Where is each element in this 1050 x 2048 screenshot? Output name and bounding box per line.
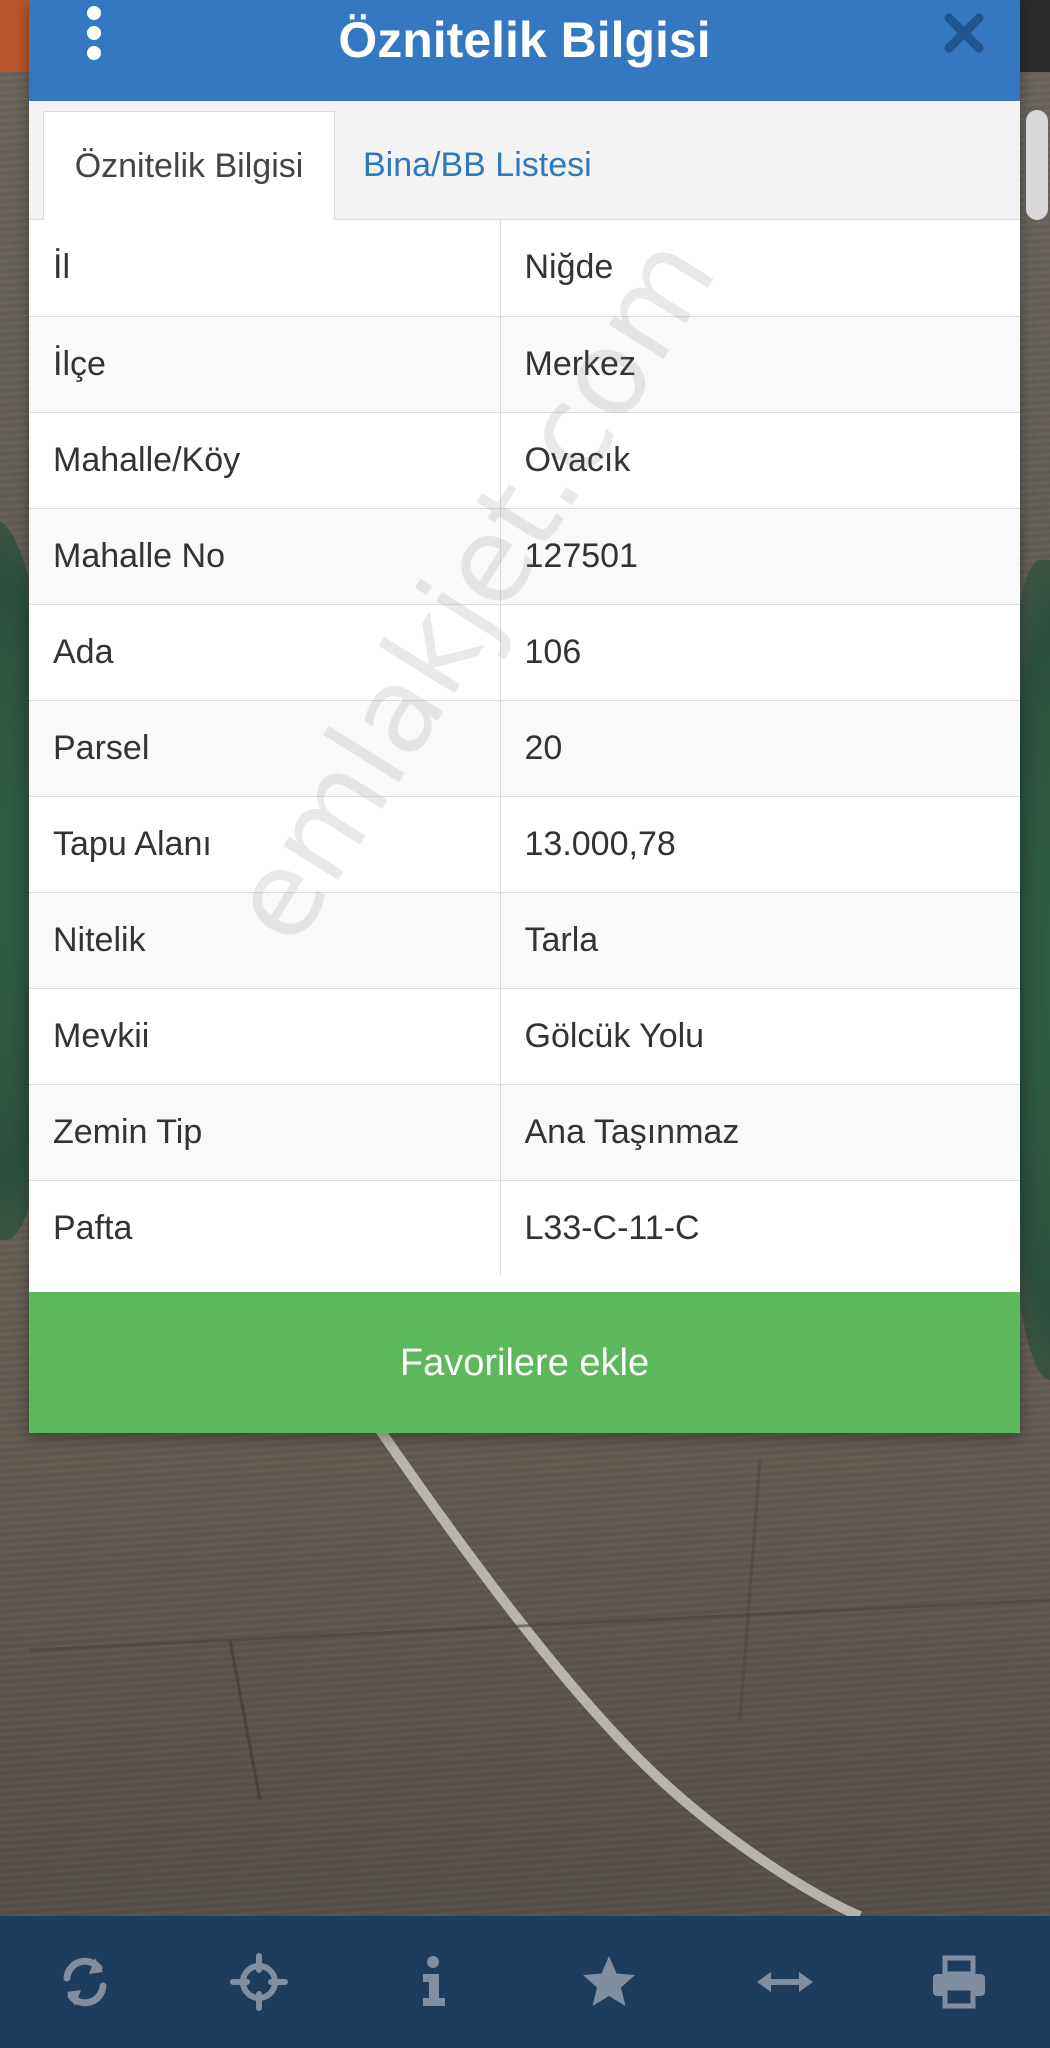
attribute-value: 106 [500,603,1020,700]
dialog-header: Öznitelik Bilgisi [29,0,1020,101]
table-row: Mahalle No 127501 [29,507,1020,604]
attribute-table: İl Niğde İlçe Merkez Mahalle/Köy Ovacık … [29,220,1020,1276]
attribute-key: Nitelik [29,891,501,988]
tab-attribute-info[interactable]: Öznitelik Bilgisi [43,111,335,220]
attribute-key: Mevkii [29,987,501,1084]
locate-icon[interactable] [229,1952,289,2012]
measure-icon[interactable] [755,1952,815,2012]
star-icon[interactable] [579,1952,639,2012]
attribute-value: Tarla [500,891,1020,988]
dialog-tabs: Öznitelik Bilgisi Bina/BB Listesi [29,101,1020,220]
attribute-value: 127501 [500,507,1020,604]
attribute-value: 20 [500,699,1020,796]
attribute-key: Zemin Tip [29,1083,501,1180]
print-icon[interactable] [929,1952,989,2012]
close-icon[interactable] [941,10,987,56]
attribute-key: Mahalle/Köy [29,411,501,508]
scrollbar-thumb[interactable] [1026,110,1048,220]
attribute-key: Pafta [29,1179,501,1276]
attribute-value: Niğde [524,248,614,287]
attribute-key: Tapu Alanı [29,795,501,892]
attribute-key: İlçe [29,315,501,412]
table-row: Tapu Alanı 13.000,78 [29,795,1020,892]
attribute-info-dialog: Öznitelik Bilgisi Öznitelik Bilgisi Bina… [29,0,1020,1433]
table-row: Mevkii Gölcük Yolu [29,987,1020,1084]
info-icon[interactable] [403,1952,463,2012]
attribute-value: Merkez [500,315,1020,412]
attribute-value: L33-C-11-C [500,1179,1020,1276]
bottom-toolbar [0,1916,1050,2048]
attribute-key: Mahalle No [29,507,501,604]
attribute-value: Gölcük Yolu [500,987,1020,1084]
table-row: Pafta L33-C-11-C [29,1179,1020,1276]
refresh-icon[interactable] [55,1952,115,2012]
table-row: İl Niğde [29,220,1020,316]
table-row: Zemin Tip Ana Taşınmaz [29,1083,1020,1180]
table-row: Nitelik Tarla [29,891,1020,988]
attribute-key: Ada [29,603,501,700]
table-row: Ada 106 [29,603,1020,700]
status-strip-accent [0,0,30,72]
attribute-value: Ovacık [500,411,1020,508]
table-row: Parsel 20 [29,699,1020,796]
dialog-title: Öznitelik Bilgisi [338,12,711,68]
table-row: İlçe Merkez [29,315,1020,412]
add-to-favorites-button[interactable]: Favorilere ekle [29,1292,1020,1433]
table-row: Mahalle/Köy Ovacık [29,411,1020,508]
attribute-key: Parsel [29,699,501,796]
attribute-value: 13.000,78 [500,795,1020,892]
attribute-value: Ana Taşınmaz [500,1083,1020,1180]
attribute-key: İl [29,220,501,316]
tab-building-list[interactable]: Bina/BB Listesi [363,111,592,219]
